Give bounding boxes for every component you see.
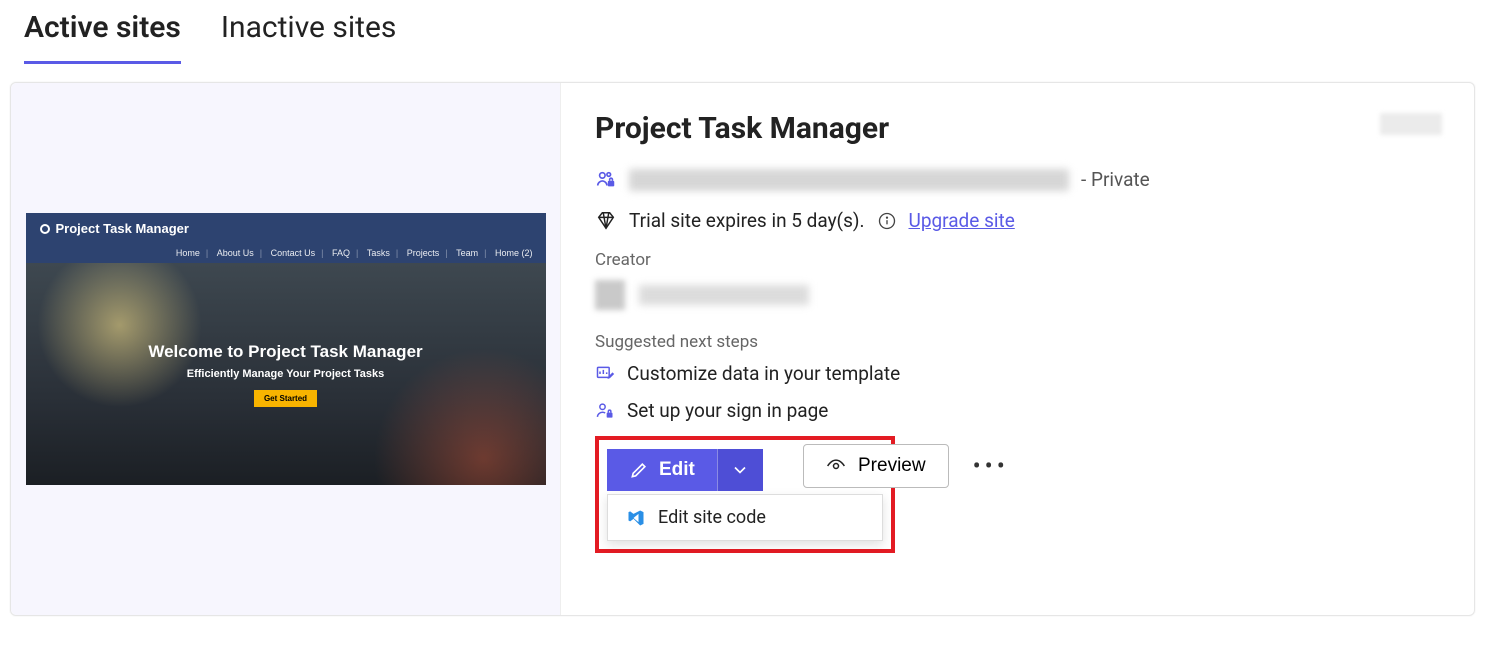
site-title: Project Task Manager — [595, 111, 1440, 146]
thumb-nav: Home| About Us| Contact Us| FAQ| Tasks| … — [26, 244, 546, 264]
people-lock-icon — [595, 169, 617, 191]
preview-button[interactable]: Preview — [803, 444, 949, 488]
creator-name-redacted — [639, 285, 809, 305]
thumb-nav-item: FAQ — [332, 248, 350, 258]
chart-edit-icon — [595, 364, 615, 384]
thumb-hero-subtitle: Efficiently Manage Your Project Tasks — [187, 368, 384, 380]
edit-dropdown-menu: Edit site code — [607, 494, 883, 541]
thumb-logo-icon — [40, 224, 50, 234]
step-customize-data[interactable]: Customize data in your template — [595, 362, 1440, 385]
creator-label: Creator — [595, 250, 1440, 270]
suggested-steps-label: Suggested next steps — [595, 332, 1440, 352]
chevron-down-icon — [730, 460, 750, 480]
thumb-nav-item: Tasks — [367, 248, 390, 258]
site-details: Project Task Manager - Private Trial sit… — [561, 83, 1474, 615]
thumb-nav-item: Team — [456, 248, 478, 258]
step-signin-text: Set up your sign in page — [627, 399, 828, 422]
thumb-nav-item: Contact Us — [271, 248, 316, 258]
thumb-nav-item: About Us — [217, 248, 254, 258]
eye-icon — [826, 456, 846, 476]
site-url-redacted — [629, 169, 1069, 191]
thumb-nav-item: Home (2) — [495, 248, 533, 258]
person-lock-icon — [595, 401, 615, 421]
thumb-brand: Project Task Manager — [56, 221, 189, 236]
site-actions: Edit x Edit site code — [595, 436, 1440, 553]
thumb-nav-item: Projects — [407, 248, 440, 258]
thumb-cta-button: Get Started — [254, 390, 317, 407]
redacted-badge — [1380, 113, 1442, 135]
edit-split-button: Edit — [607, 449, 763, 491]
info-icon[interactable] — [877, 211, 897, 231]
thumb-hero: Welcome to Project Task Manager Efficien… — [26, 263, 546, 485]
thumb-nav-item: Home — [176, 248, 200, 258]
diamond-icon — [595, 210, 617, 232]
preview-button-label: Preview — [858, 455, 926, 477]
thumb-topbar: Project Task Manager — [26, 213, 546, 244]
step-signin-page[interactable]: Set up your sign in page — [595, 399, 1440, 422]
site-trial-row: Trial site expires in 5 day(s). Upgrade … — [595, 209, 1440, 232]
site-access-row: - Private — [595, 168, 1440, 191]
site-thumbnail-panel: Project Task Manager Home| About Us| Con… — [11, 83, 561, 615]
creator-avatar-redacted — [595, 280, 625, 310]
edit-site-code-item[interactable]: Edit site code — [658, 507, 766, 528]
upgrade-site-link[interactable]: Upgrade site — [909, 209, 1015, 232]
edit-button-label: Edit — [659, 459, 695, 481]
site-card: Project Task Manager Home| About Us| Con… — [10, 82, 1475, 616]
creator-row — [595, 280, 1440, 310]
thumb-hero-title: Welcome to Project Task Manager — [148, 342, 422, 362]
edit-dropdown-toggle[interactable] — [717, 449, 763, 491]
more-actions-button[interactable]: ••• — [965, 446, 1017, 486]
pencil-icon — [629, 460, 649, 480]
edit-button[interactable]: Edit — [607, 449, 717, 491]
site-thumbnail[interactable]: Project Task Manager Home| About Us| Con… — [26, 213, 546, 485]
site-visibility: - Private — [1081, 168, 1150, 191]
tab-inactive-sites[interactable]: Inactive sites — [221, 10, 397, 64]
step-customize-text: Customize data in your template — [627, 362, 900, 385]
tab-active-sites[interactable]: Active sites — [24, 10, 181, 64]
vscode-icon — [626, 508, 646, 528]
site-status-tabs: Active sites Inactive sites — [0, 0, 1485, 64]
trial-text: Trial site expires in 5 day(s). — [629, 209, 865, 232]
